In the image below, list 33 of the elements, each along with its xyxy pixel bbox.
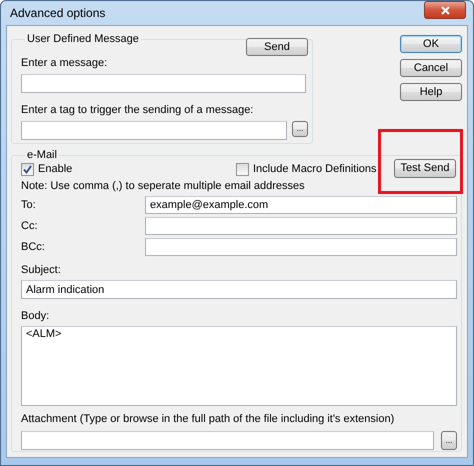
field-label: BCc:: [21, 240, 46, 254]
enable-label: Enable: [38, 162, 72, 176]
close-button[interactable]: [424, 1, 466, 19]
field-label: Enter a tag to trigger the sending of a message:: [21, 103, 254, 117]
body-field[interactable]: <ALM>: [21, 326, 457, 406]
send-button[interactable]: Send: [246, 38, 308, 56]
recipient-field[interactable]: [145, 217, 457, 235]
browse-button[interactable]: ...: [441, 431, 457, 450]
test-send-button[interactable]: Test Send: [394, 158, 456, 178]
recipient-field[interactable]: [145, 238, 457, 256]
window-title: Advanced options: [10, 6, 106, 20]
checkbox[interactable]: [21, 162, 34, 176]
recipient-field[interactable]: example@example.com: [145, 196, 457, 214]
checkbox[interactable]: [236, 162, 249, 176]
subject-field[interactable]: Alarm indication: [21, 280, 457, 299]
field-label: Cc:: [21, 219, 38, 233]
attachment-field[interactable]: [21, 431, 434, 450]
dialog-button[interactable]: Cancel: [400, 59, 462, 77]
note-text: Note: Use comma (,) to seperate multiple email addresses: [21, 179, 306, 193]
include-macros-label: Include Macro Definitions: [253, 162, 377, 176]
field-label: Attachment (Type or browse in the full path of the file including it's extension): [21, 412, 396, 426]
group-title: User Defined Message: [26, 33, 140, 46]
field-label: To:: [21, 198, 37, 212]
message-field[interactable]: [21, 74, 306, 93]
dialog-button[interactable]: Help: [400, 83, 462, 101]
dialog-button[interactable]: OK: [400, 35, 462, 53]
group-title: e-Mail: [26, 149, 58, 162]
browse-button[interactable]: ...: [292, 121, 308, 137]
tag-field[interactable]: [21, 121, 287, 140]
field-label: Enter a message:: [21, 56, 108, 70]
field-label: Body:: [21, 309, 50, 323]
close-icon: [440, 6, 450, 14]
field-label: Subject:: [21, 263, 62, 277]
